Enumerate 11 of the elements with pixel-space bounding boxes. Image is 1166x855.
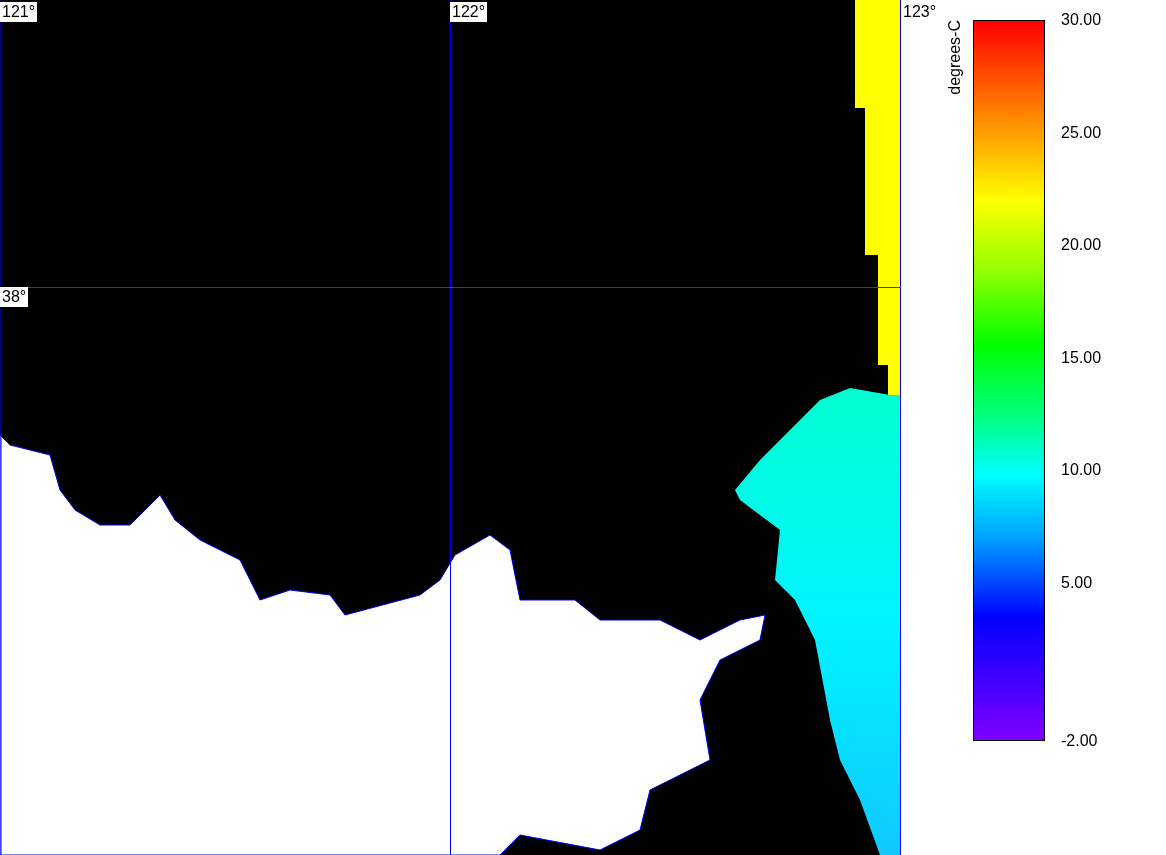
scale-label: 10.00	[1061, 460, 1102, 481]
scale-label: 5.00	[1061, 573, 1093, 593]
scale-label: 15.00	[1061, 347, 1102, 368]
scale-label: 25.00	[1061, 122, 1102, 143]
latitude-label: 38°	[0, 287, 29, 307]
longitude-label: 122°	[450, 2, 488, 22]
scale-label: 30.00	[1061, 10, 1102, 30]
scale-label: 20.00	[1061, 235, 1102, 256]
unit-label: degrees-C	[945, 20, 964, 95]
longitude-label: 121°	[0, 2, 38, 22]
scale-label: -2.00	[1061, 731, 1098, 751]
